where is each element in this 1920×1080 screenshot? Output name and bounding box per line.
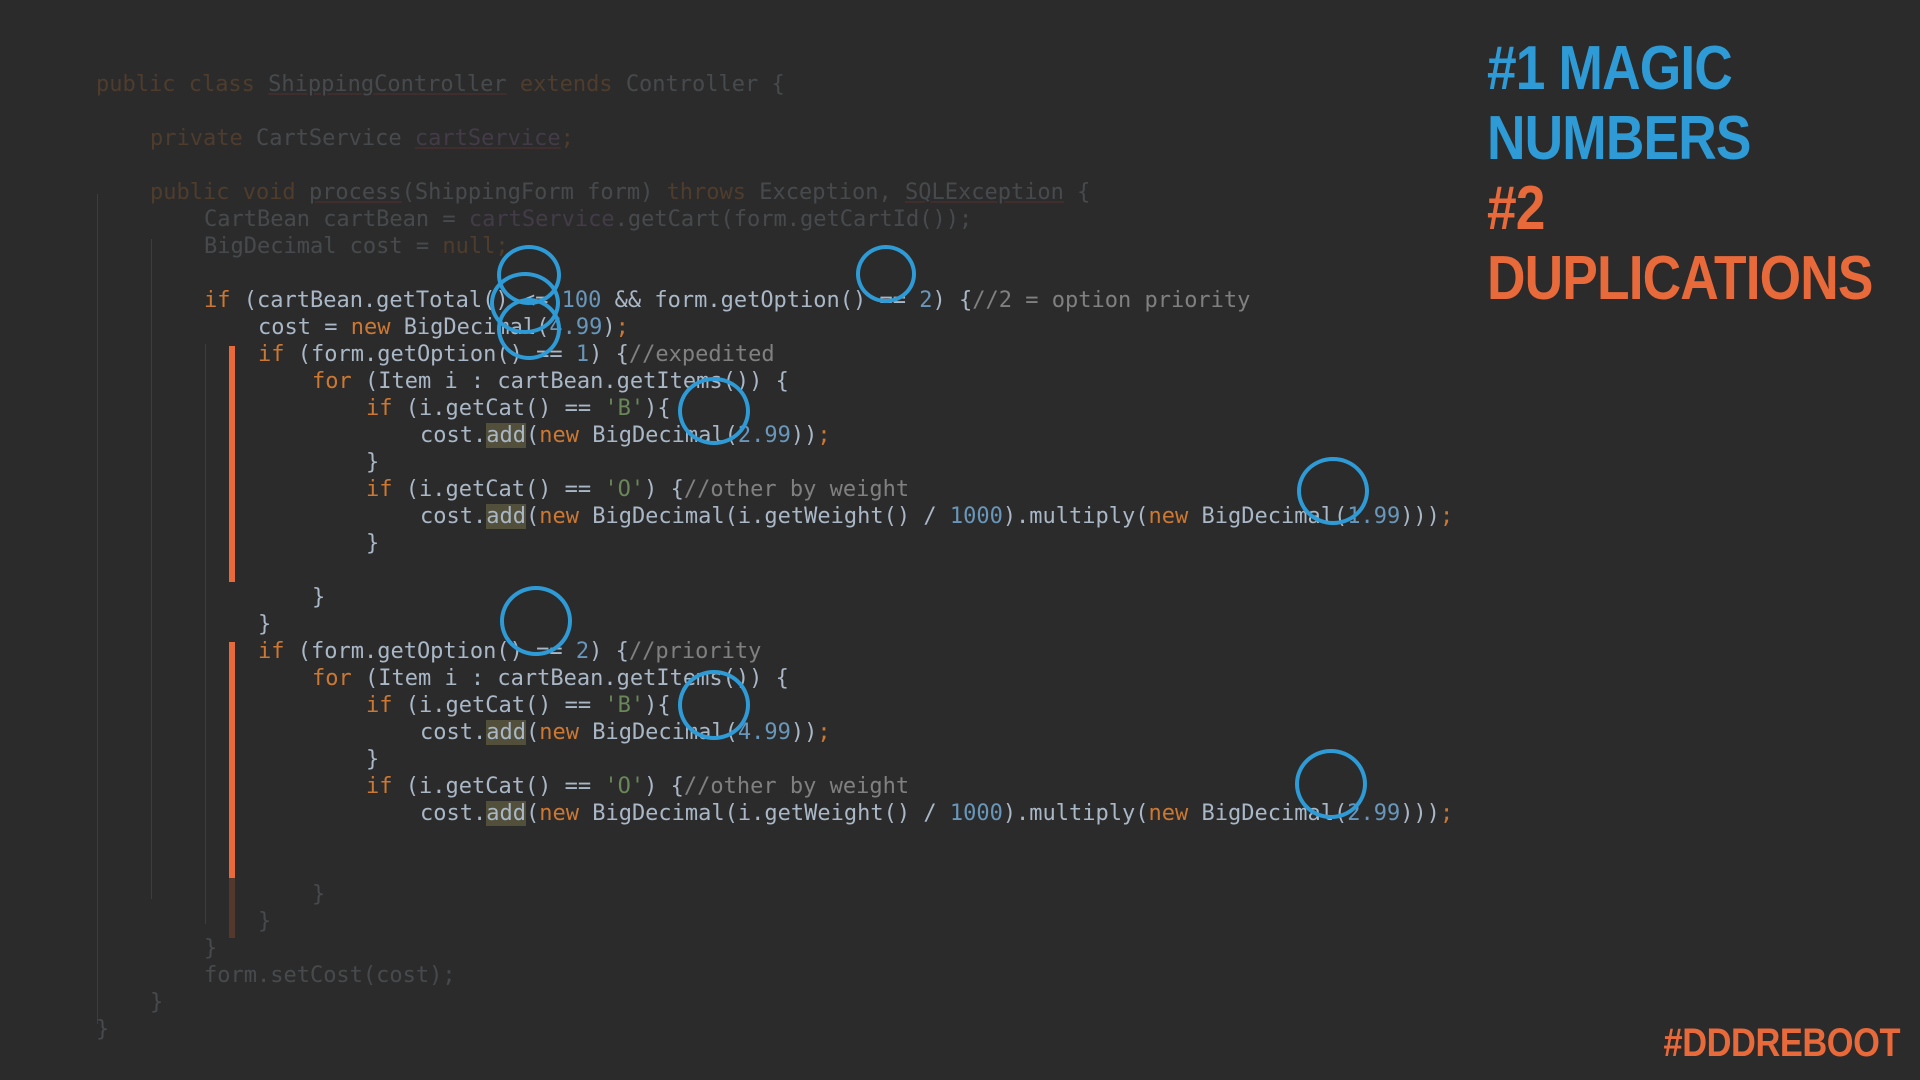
magic-number-circle [678, 670, 750, 740]
magic-number-circle [497, 298, 561, 360]
code-token: } [365, 531, 380, 556]
code-token: } [257, 909, 272, 934]
code-line: private CartService cartService; [97, 98, 574, 151]
code-line: } [43, 989, 109, 1042]
code-token: ) { [932, 288, 973, 313]
code-token: ).multiply( [1002, 801, 1149, 826]
magic-number: 2 [919, 288, 933, 313]
code-comment: //2 = option priority [972, 288, 1251, 313]
code-token: ; [1439, 504, 1454, 529]
title-line-magic: #1 MAGIC [1487, 34, 1733, 103]
magic-number-circle [500, 586, 572, 656]
code-token: new [539, 423, 593, 448]
code-token: ShippingController [268, 72, 507, 97]
code-token: cartService [414, 126, 561, 151]
code-token: ( [525, 423, 540, 448]
code-token: cost. [419, 423, 487, 448]
code-token: } [311, 585, 326, 610]
code-token: form.setCost(cost); [203, 963, 456, 988]
code-token: { [1063, 180, 1091, 205]
code-token: cost. [419, 720, 487, 745]
code-token: null [442, 234, 496, 259]
code-number: 1000 [949, 801, 1003, 826]
code-token: } [95, 1017, 110, 1042]
code-line: } [313, 503, 379, 556]
code-token: BigDecimal cost = [203, 234, 443, 259]
code-token: ( [525, 801, 540, 826]
magic-number-circle [678, 377, 750, 445]
code-token-highlighted: add [486, 720, 526, 745]
magic-number-circle [856, 245, 916, 303]
event-hashtag: #DDDREBOOT [1663, 1021, 1900, 1065]
code-token: ; [1439, 801, 1454, 826]
code-number: 1000 [949, 504, 1003, 529]
code-line: if (cartBean.getTotal() <= 100 && form.g… [151, 260, 1250, 313]
code-line: if (form.getOption() == 2) {//priority [205, 611, 761, 664]
code-line: cost = new BigDecimal(4.99); [205, 287, 629, 340]
code-token: } [311, 882, 326, 907]
code-token: ( [525, 504, 540, 529]
code-token: new [539, 720, 593, 745]
code-token: ))) [1400, 801, 1440, 826]
indent-guide [97, 194, 98, 1024]
code-token: )) [790, 720, 818, 745]
code-line: } [205, 881, 271, 934]
code-token: new [539, 504, 593, 529]
code-token: } [149, 990, 164, 1015]
magic-number: 4.99 [737, 720, 791, 745]
code-token: ( [525, 720, 540, 745]
code-token: public class [95, 72, 269, 97]
code-token: extends [506, 72, 626, 97]
code-line: } [313, 719, 379, 772]
title-line-duplications: #2 DUPLICATIONS [1487, 174, 1873, 313]
code-line: public void process(ShippingForm form) t… [97, 152, 1090, 205]
code-line: if (i.getCat() == 'O') {//other by weigh… [313, 746, 909, 799]
code-line: cost.add(new BigDecimal(4.99)); [367, 692, 831, 745]
code-token: BigDecimal(i.getWeight() / [592, 504, 950, 529]
code-token: ; [817, 720, 831, 745]
slide-title: #1 MAGIC NUMBERS #2 DUPLICATIONS [1487, 34, 1873, 314]
code-line: } [259, 854, 325, 907]
code-token-highlighted: add [486, 801, 526, 826]
code-token: new [1148, 801, 1202, 826]
code-line: } [259, 557, 325, 610]
code-line: } [151, 908, 217, 961]
code-token: cost. [419, 504, 487, 529]
code-line: if (i.getCat() == 'O') {//other by weigh… [313, 449, 909, 502]
code-line: } [205, 584, 271, 637]
code-token: new [1148, 504, 1202, 529]
code-token: BigDecimal(i.getWeight() / [592, 801, 950, 826]
magic-number-circle [1295, 749, 1367, 819]
code-line: if (form.getOption() == 1) {//expedited [205, 314, 775, 367]
code-line: cost.add(new BigDecimal(i.getWeight() / … [367, 773, 1453, 826]
magic-number-circle [1297, 457, 1369, 525]
code-token: ).multiply( [1002, 504, 1149, 529]
code-line: form.setCost(cost); [151, 935, 456, 988]
code-token: ; [560, 126, 574, 151]
code-token: Controller { [625, 72, 785, 97]
code-token: )) [790, 423, 818, 448]
code-token: ))) [1400, 504, 1440, 529]
code-token: private [149, 126, 256, 151]
code-line: public class ShippingController extends … [43, 44, 785, 97]
code-token: .getCart(form.getCartId()); [614, 207, 973, 232]
code-token: new [539, 801, 593, 826]
code-line: BigDecimal cost = null; [151, 206, 509, 259]
title-line-numbers: NUMBERS [1487, 104, 1751, 173]
code-line: cost.add(new BigDecimal(2.99)); [367, 395, 831, 448]
code-token-highlighted: add [486, 504, 526, 529]
code-line: } [313, 422, 379, 475]
code-line: if (i.getCat() == 'B'){ [313, 665, 671, 718]
code-editor: public class ShippingController extends … [43, 44, 1453, 1042]
code-token-highlighted: add [486, 423, 526, 448]
code-line: CartBean cartBean = cartService.getCart(… [151, 179, 972, 232]
code-line: } [313, 800, 379, 814]
code-token: ; [817, 423, 831, 448]
code-line: } [97, 962, 163, 1015]
code-line: if (i.getCat() == 'B'){ [313, 368, 671, 421]
code-line: cost.add(new BigDecimal(i.getWeight() / … [367, 476, 1453, 529]
code-token: CartService [255, 126, 415, 151]
code-token: cost. [419, 801, 487, 826]
